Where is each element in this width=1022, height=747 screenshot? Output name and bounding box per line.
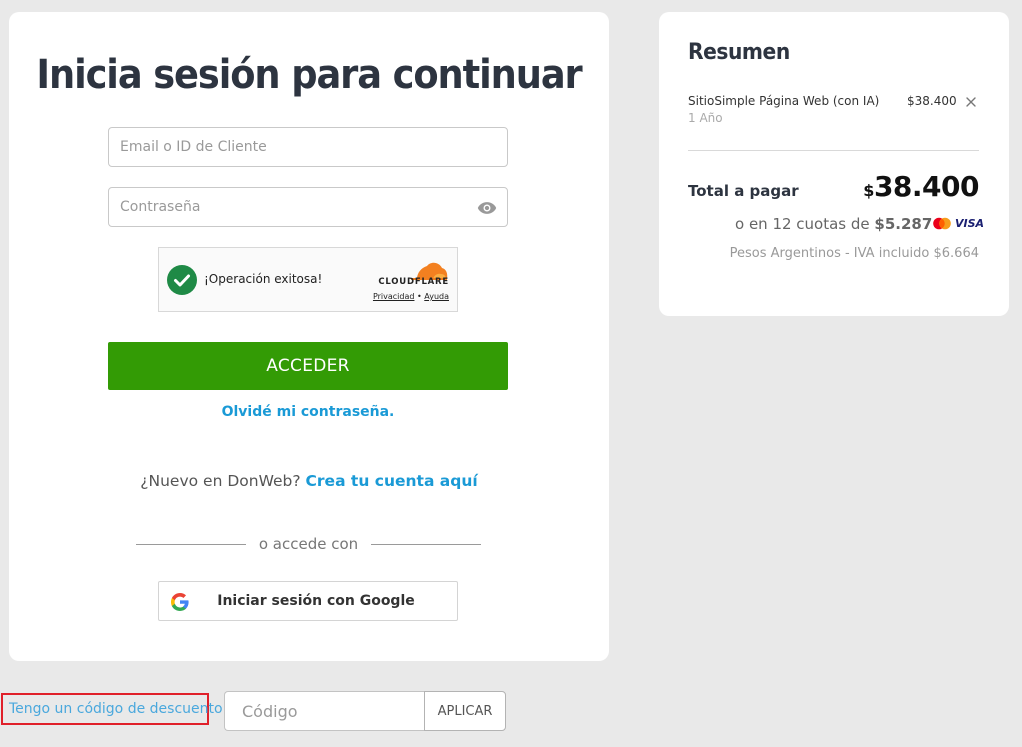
mastercard-icon: [933, 217, 951, 230]
visa-icon: VISA: [955, 217, 985, 230]
divider-right: [371, 544, 481, 545]
total-value: 38.400: [873, 170, 980, 203]
tax-note: Pesos Argentinos - IVA incluido $6.664: [729, 246, 979, 261]
summary-divider: [688, 150, 979, 151]
captcha-help-link[interactable]: Ayuda: [424, 292, 449, 301]
captcha-links: Privacidad • Ayuda: [373, 292, 449, 301]
total-amount: $38.400: [863, 170, 979, 203]
installments-prefix: o en 12 cuotas de: [735, 215, 875, 233]
summary-item-term: 1 Año: [688, 111, 723, 125]
divider-text: o accede con: [258, 535, 359, 553]
apply-discount-button[interactable]: APLICAR: [424, 691, 506, 731]
divider-left: [136, 544, 246, 545]
google-signin-button[interactable]: Iniciar sesión con Google: [158, 581, 458, 621]
summary-title: Resumen: [688, 40, 790, 65]
order-summary-card: Resumen SitioSimple Página Web (con IA) …: [659, 12, 1009, 316]
password-field[interactable]: [109, 188, 507, 226]
discount-code-link[interactable]: Tengo un código de descuento: [1, 693, 223, 725]
show-password-eye-icon[interactable]: [476, 198, 498, 218]
email-field[interactable]: [109, 128, 507, 166]
email-field-wrapper: [108, 127, 508, 167]
summary-item-price: $38.400: [907, 94, 957, 108]
password-field-wrapper: [108, 187, 508, 227]
forgot-password-link[interactable]: Olvidé mi contraseña.: [108, 404, 508, 420]
total-currency: $: [863, 181, 874, 200]
summary-item-name: SitioSimple Página Web (con IA): [688, 94, 880, 108]
login-card: Inicia sesión para continuar ¡Operación …: [9, 12, 609, 661]
signup-row: ¿Nuevo en DonWeb? Crea tu cuenta aquí: [9, 472, 609, 490]
installments-amount: $5.287: [874, 215, 933, 233]
captcha-link-separator: •: [414, 292, 425, 301]
installments-info: o en 12 cuotas de $5.287: [735, 215, 932, 233]
remove-item-close-icon[interactable]: [965, 96, 977, 108]
cloudflare-wordmark: CLOUDFLARE: [378, 277, 449, 287]
captcha-status: ¡Operación exitosa!: [204, 272, 323, 286]
page-title: Inicia sesión para continuar: [36, 52, 582, 98]
total-label: Total a pagar: [688, 182, 799, 200]
captcha-privacy-link[interactable]: Privacidad: [373, 292, 415, 301]
success-check-icon: [167, 265, 197, 295]
signup-link[interactable]: Crea tu cuenta aquí: [306, 472, 478, 490]
login-submit-button[interactable]: ACCEDER: [108, 342, 508, 390]
discount-code-wrapper: [224, 691, 425, 731]
google-signin-label: Iniciar sesión con Google: [217, 593, 415, 609]
signup-prompt: ¿Nuevo en DonWeb?: [140, 472, 306, 490]
discount-code-input[interactable]: [225, 692, 425, 730]
cloudflare-captcha[interactable]: ¡Operación exitosa! CLOUDFLARE Privacida…: [158, 247, 458, 312]
